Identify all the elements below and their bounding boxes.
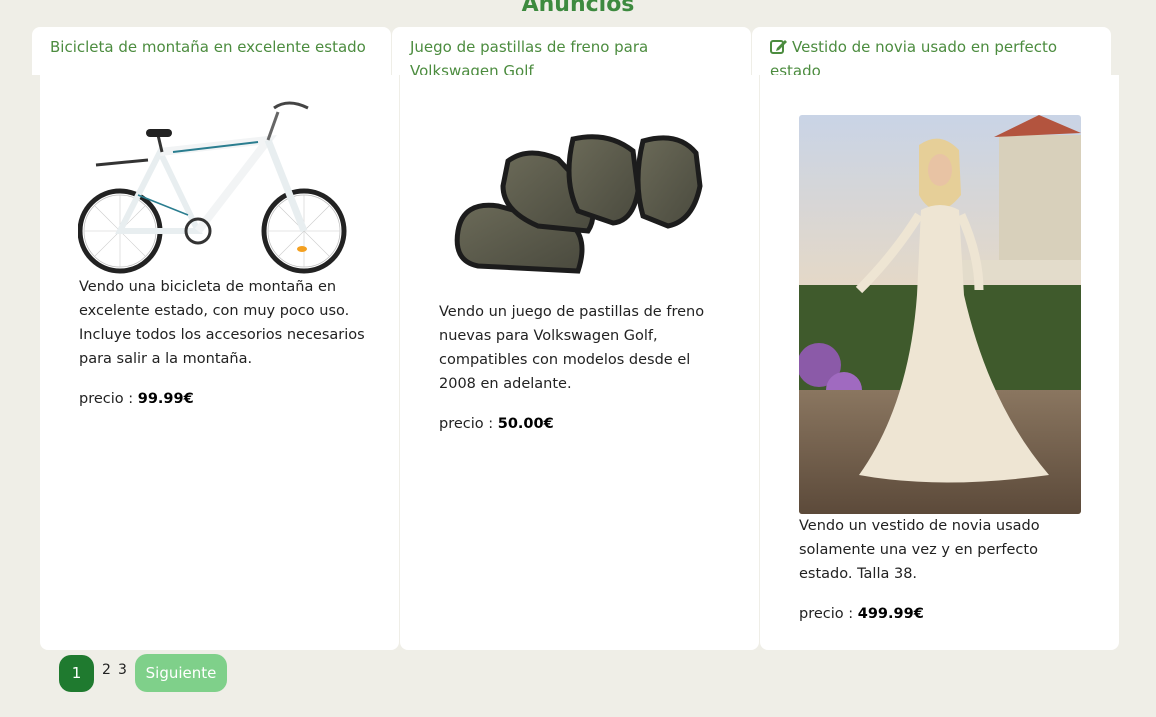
wedding-dress-image: [799, 115, 1081, 514]
page-title: Anuncios: [521, 0, 635, 17]
ad-price: precio : 499.99€: [799, 606, 924, 622]
ad-title-text: Bicicleta de montaña en excelente estado: [50, 38, 366, 56]
ad-description: Vendo una bicicleta de montaña en excele…: [79, 279, 365, 367]
page-3-link[interactable]: 3: [118, 662, 127, 678]
price-label: precio :: [439, 416, 494, 432]
page-1-button[interactable]: 1: [59, 655, 94, 692]
price-value: 499.99€: [857, 606, 924, 622]
ad-price: precio : 99.99€: [79, 391, 194, 407]
ad-card-title[interactable]: Vestido de novia usado en perfecto estad…: [752, 27, 1111, 80]
ad-card[interactable]: Vendo un juego de pastillas de freno nue…: [400, 75, 759, 650]
ad-card-title[interactable]: Bicicleta de montaña en excelente estado: [32, 27, 391, 75]
ad-title-text: Juego de pastillas de freno para Volkswa…: [410, 38, 649, 80]
ad-title-text: Vestido de novia usado en perfecto estad…: [770, 38, 1058, 80]
page-2-link[interactable]: 2: [102, 662, 111, 678]
ad-card-title[interactable]: Juego de pastillas de freno para Volkswa…: [392, 27, 751, 80]
edit-icon[interactable]: [770, 38, 788, 54]
ad-description: Vendo un juego de pastillas de freno nue…: [439, 304, 705, 392]
ad-description: Vendo un vestido de novia usado solament…: [799, 518, 1040, 582]
price-label: precio :: [799, 606, 854, 622]
bicycle-image: [78, 101, 347, 274]
next-page-button[interactable]: Siguiente: [135, 654, 227, 692]
ad-card[interactable]: Vendo un vestido de novia usado solament…: [760, 75, 1119, 650]
price-value: 99.99€: [137, 391, 194, 407]
ad-price: precio : 50.00€: [439, 416, 554, 432]
price-value: 50.00€: [497, 416, 554, 432]
price-label: precio :: [79, 391, 134, 407]
ad-card[interactable]: Vendo una bicicleta de montaña en excele…: [40, 75, 399, 650]
brake-pads-image: [454, 134, 703, 274]
